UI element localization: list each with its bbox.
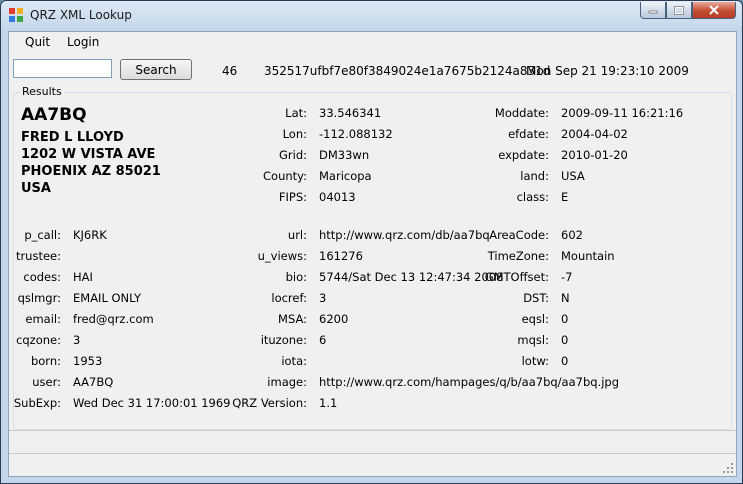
field-value-gmtoffset: -7 xyxy=(561,270,573,284)
field-value-eqsl: 0 xyxy=(561,312,569,326)
field-value-ituzone: 6 xyxy=(319,333,327,347)
field-label-lat: Lat: xyxy=(285,106,307,120)
resize-grip-icon[interactable] xyxy=(722,462,734,474)
session-key: 352517ufbf7e80f3849024e1a7675b2124a831d xyxy=(264,64,551,78)
field-label-born: born: xyxy=(30,354,61,368)
menu-quit[interactable]: Quit xyxy=(25,35,50,49)
field-value-qslmgr: EMAIL ONLY xyxy=(73,291,142,305)
field-label-eqsl: eqsl: xyxy=(521,312,549,326)
menu-bar: Quit Login xyxy=(9,32,736,52)
field-value-dst: N xyxy=(561,291,570,305)
maximize-icon xyxy=(674,5,684,15)
field-label-class: class: xyxy=(516,190,549,204)
field-label-url: url: xyxy=(287,228,307,242)
field-value-grid: DM33wn xyxy=(319,148,370,162)
minimize-button[interactable] xyxy=(640,2,666,19)
field-value-expdate: 2010-01-20 xyxy=(561,148,628,162)
field-label-fips: FIPS: xyxy=(278,190,307,204)
field-value-born: 1953 xyxy=(73,354,103,368)
search-button[interactable]: Search xyxy=(120,59,192,80)
field-value-mqsl: 0 xyxy=(561,333,569,347)
field-label-timezone: TimeZone: xyxy=(487,249,549,263)
close-button[interactable] xyxy=(692,2,736,19)
field-value-email: fred@qrz.com xyxy=(73,312,154,326)
field-label-dst: DST: xyxy=(523,291,549,305)
field-label-lon: Lon: xyxy=(282,127,307,141)
field-value-user: AA7BQ xyxy=(73,375,114,389)
results-label: Results xyxy=(20,85,64,98)
field-label-grid: Grid: xyxy=(278,148,307,162)
maximize-button[interactable] xyxy=(666,2,692,19)
client-area: Quit Login Search 46 352517ufbf7e80f3849… xyxy=(8,31,737,477)
field-value-codes: HAI xyxy=(73,270,93,284)
field-label-bio: bio: xyxy=(285,270,307,284)
field-value-image: http://www.qrz.com/hampages/q/b/aa7bq/aa… xyxy=(319,375,620,389)
field-value-county: Maricopa xyxy=(319,169,372,183)
field-label-iota: iota: xyxy=(281,354,307,368)
divider xyxy=(9,430,736,431)
address-country: USA xyxy=(21,181,51,196)
field-value-lat: 33.546341 xyxy=(319,106,382,120)
minimize-icon xyxy=(648,10,658,14)
field-value-lotw: 0 xyxy=(561,354,569,368)
field-value-bio: 5744/Sat Dec 13 12:47:34 2008 xyxy=(319,270,504,284)
field-label-trustee: trustee: xyxy=(15,249,61,263)
field-label-user: user: xyxy=(32,375,61,389)
address-line-1: 1202 W VISTA AVE xyxy=(21,147,156,162)
field-label-qrz-version: QRZ Version: xyxy=(232,396,307,410)
field-value-u-views: 161276 xyxy=(319,249,363,263)
field-value-cqzone: 3 xyxy=(73,333,81,347)
close-icon xyxy=(709,5,719,15)
status-bar xyxy=(9,453,736,476)
field-value-lon: -112.088132 xyxy=(319,127,393,141)
search-input[interactable] xyxy=(13,59,112,78)
field-value-url: http://www.qrz.com/db/aa7bq xyxy=(319,228,490,242)
window-title: QRZ XML Lookup xyxy=(30,8,132,22)
field-label-areacode: AreaCode: xyxy=(489,228,549,242)
field-label-email: email: xyxy=(25,312,61,326)
field-label-land: land: xyxy=(520,169,549,183)
field-value-fips: 04013 xyxy=(319,190,356,204)
field-value-msa: 6200 xyxy=(319,312,349,326)
app-window: QRZ XML Lookup Quit Login Search 46 3525… xyxy=(0,0,743,484)
field-label-county: County: xyxy=(263,169,307,183)
session-timestamp: Mon Sep 21 19:23:10 2009 xyxy=(526,64,689,78)
field-value-locref: 3 xyxy=(319,291,327,305)
menu-login[interactable]: Login xyxy=(67,35,99,49)
field-label-ituzone: ituzone: xyxy=(260,333,307,347)
field-label-gmtoffset: GMTOffset: xyxy=(484,270,549,284)
field-value-timezone: Mountain xyxy=(561,249,615,263)
address-line-2: PHOENIX AZ 85021 xyxy=(21,164,161,179)
field-label-msa: MSA: xyxy=(278,312,307,326)
field-value-efdate: 2004-04-02 xyxy=(561,127,628,141)
field-value-moddate: 2009-09-11 16:21:16 xyxy=(561,106,684,120)
field-label-subexp: SubExp: xyxy=(13,396,61,410)
field-label-u-views: u_views: xyxy=(257,249,307,263)
field-value-class: E xyxy=(561,190,569,204)
field-label-efdate: efdate: xyxy=(508,127,549,141)
holder-name: FRED L LLOYD xyxy=(21,130,124,145)
field-label-expdate: expdate: xyxy=(498,148,549,162)
field-label-lotw: lotw: xyxy=(521,354,549,368)
title-bar[interactable]: QRZ XML Lookup xyxy=(1,1,742,31)
field-label-moddate: Moddate: xyxy=(494,106,549,120)
field-value-p-call: KJ6RK xyxy=(73,228,107,242)
field-label-codes: codes: xyxy=(23,270,61,284)
app-icon xyxy=(9,8,23,22)
field-label-p-call: p_call: xyxy=(24,228,61,242)
field-value-qrz-version: 1.1 xyxy=(319,396,338,410)
field-label-locref: locref: xyxy=(271,291,307,305)
field-label-cqzone: cqzone: xyxy=(16,333,61,347)
callsign: AA7BQ xyxy=(21,105,87,125)
result-count: 46 xyxy=(222,64,238,78)
field-value-subexp: Wed Dec 31 17:00:01 1969 xyxy=(73,396,231,410)
field-value-land: USA xyxy=(561,169,585,183)
field-value-areacode: 602 xyxy=(561,228,583,242)
field-label-mqsl: mqsl: xyxy=(517,333,549,347)
field-label-image: image: xyxy=(267,375,307,389)
field-label-qslmgr: qslmgr: xyxy=(17,291,61,305)
